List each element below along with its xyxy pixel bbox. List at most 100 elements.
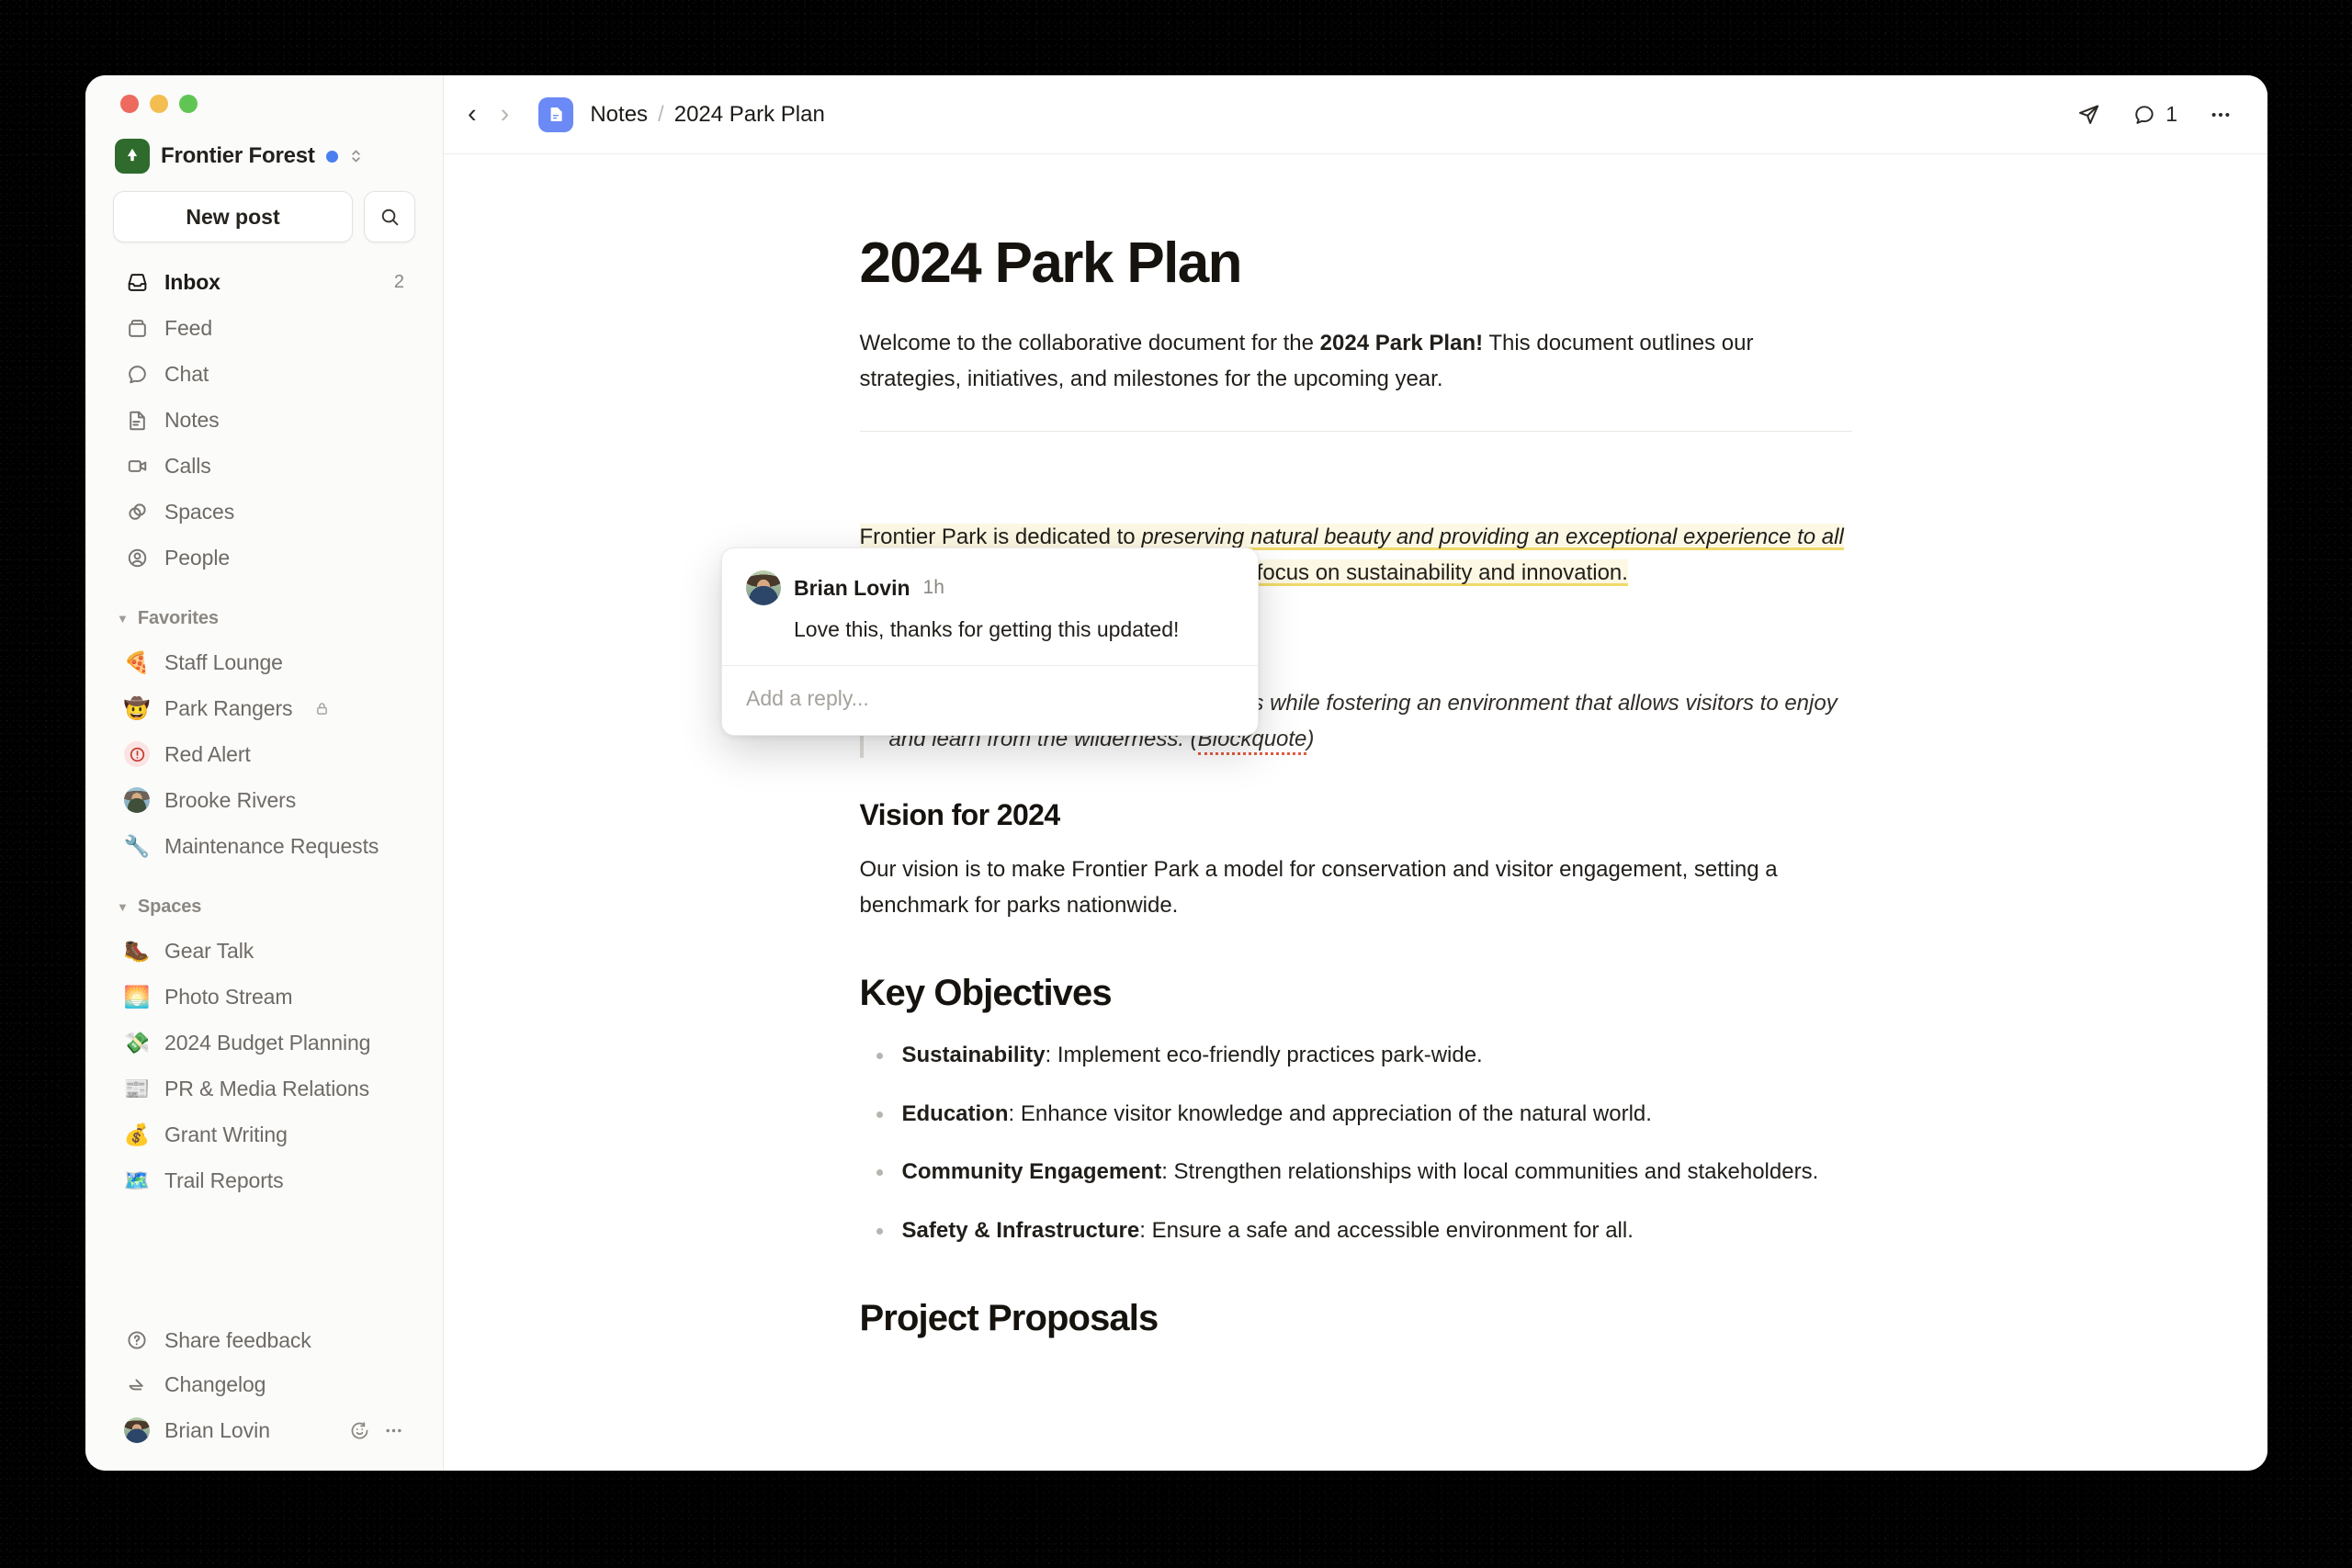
comment-popover: Brian Lovin 1h Love this, thanks for get… (721, 547, 1259, 737)
sunrise-emoji: 🌅 (123, 984, 151, 1009)
comment-header: Brian Lovin 1h (746, 570, 1234, 605)
comment-text: Love this, thanks for getting this updat… (794, 617, 1180, 641)
sidebar-item-label: Park Rangers (164, 695, 293, 720)
sidebar-item-label: People (164, 545, 231, 570)
divider (859, 431, 1852, 433)
sidebar-item-changelog[interactable]: Changelog (113, 1362, 415, 1406)
chevron-up-down-icon[interactable] (349, 146, 363, 166)
favorites-section-header[interactable]: ▼ Favorites (106, 597, 423, 639)
section-heading-project-proposals: Project Proposals (859, 1298, 1159, 1338)
favorites-list: 🍕 Staff Lounge 🤠 Park Rangers Red Alert … (106, 639, 423, 869)
send-icon (2076, 102, 2101, 127)
sidebar-item-feed[interactable]: Feed (113, 305, 415, 351)
send-button[interactable] (2076, 102, 2101, 127)
sidebar-item-label: Spaces (164, 499, 235, 524)
sidebar-item-grant-writing[interactable]: 💰 Grant Writing (113, 1111, 415, 1157)
comment-reply-input[interactable]: Add a reply... (722, 665, 1258, 735)
intro-bold-text: 2024 Park Plan! (1319, 331, 1484, 356)
sidebar-item-staff-lounge[interactable]: 🍕 Staff Lounge (113, 639, 415, 685)
breadcrumb-parent[interactable]: Notes (590, 102, 648, 128)
maximize-window-button[interactable] (179, 95, 198, 113)
sidebar-item-label: Chat (164, 361, 209, 386)
breadcrumb-separator: / (658, 101, 664, 127)
objective-term: Sustainability (901, 1043, 1046, 1068)
sidebar-item-people[interactable]: People (113, 535, 415, 581)
workspace-switcher[interactable]: Frontier Forest (106, 132, 423, 180)
sidebar-item-park-rangers[interactable]: 🤠 Park Rangers (113, 685, 415, 731)
money-wings-emoji: 💸 (123, 1030, 151, 1055)
comment-timestamp: 1h (922, 577, 944, 598)
sidebar-item-notes[interactable]: Notes (113, 397, 415, 443)
sidebar-item-chat[interactable]: Chat (113, 351, 415, 397)
notes-icon (124, 407, 150, 433)
sidebar-item-label: Notes (164, 407, 220, 432)
document-body: 2024 Park Plan Welcome to the collaborat… (859, 154, 1852, 1339)
avatar-brian (746, 570, 781, 605)
comment-icon (2132, 103, 2156, 127)
comments-button[interactable]: 1 (2132, 102, 2177, 127)
sidebar-item-label: Changelog (164, 1371, 266, 1396)
spaces-icon (124, 499, 150, 525)
cowboy-emoji: 🤠 (123, 695, 151, 720)
more-horizontal-icon[interactable] (383, 1420, 404, 1441)
sidebar-item-trail-reports[interactable]: 🗺️ Trail Reports (113, 1157, 415, 1203)
search-button[interactable] (364, 191, 415, 243)
close-window-button[interactable] (120, 95, 139, 113)
vision-paragraph: Our vision is to make Frontier Park a mo… (859, 856, 1778, 918)
sidebar-item-label: Photo Stream (164, 984, 293, 1009)
main-content: ‹ › Notes / 2024 Park Plan 1 2024 Park P… (444, 75, 2267, 1471)
changelog-icon (124, 1371, 150, 1397)
document-scroll-area[interactable]: 2024 Park Plan Welcome to the collaborat… (444, 154, 2267, 1471)
sidebar-item-inbox[interactable]: Inbox 2 (113, 259, 415, 305)
objective-term: Safety & Infrastructure (901, 1217, 1140, 1243)
current-user-row[interactable]: Brian Lovin (113, 1406, 415, 1454)
sidebar-item-label: Gear Talk (164, 938, 254, 963)
sidebar-item-label: Brooke Rivers (164, 787, 297, 812)
chevron-left-icon[interactable]: ‹ (468, 101, 477, 128)
minimize-window-button[interactable] (150, 95, 168, 113)
objective-desc: : Enhance visitor knowledge and apprecia… (1008, 1100, 1652, 1126)
history-nav: ‹ › (468, 101, 509, 128)
sidebar-item-calls[interactable]: Calls (113, 443, 415, 489)
current-user-name: Brian Lovin (164, 1417, 271, 1442)
map-emoji: 🗺️ (123, 1168, 151, 1192)
pizza-emoji: 🍕 (123, 649, 151, 674)
inbox-unread-count: 2 (393, 271, 404, 292)
sidebar-item-red-alert[interactable]: Red Alert (113, 731, 415, 777)
sidebar-item-gear-talk[interactable]: 🥾 Gear Talk (113, 928, 415, 974)
money-bag-emoji: 💰 (123, 1122, 151, 1146)
spaces-section-header[interactable]: ▼ Spaces (106, 886, 423, 928)
sidebar-item-brooke-rivers[interactable]: Brooke Rivers (113, 777, 415, 823)
more-horizontal-icon (2209, 103, 2233, 127)
sidebar-item-label: Calls (164, 453, 211, 478)
sidebar-actions: New post (106, 191, 423, 243)
sidebar-item-maintenance-requests[interactable]: 🔧 Maintenance Requests (113, 823, 415, 869)
list-item: Safety & Infrastructure: Ensure a safe a… (860, 1213, 1852, 1248)
avatar-brian (124, 1417, 150, 1443)
chevron-right-icon[interactable]: › (501, 101, 510, 128)
caret-down-icon: ▼ (117, 611, 129, 626)
sidebar-item-label: Red Alert (164, 741, 251, 766)
inbox-icon (124, 269, 150, 295)
wrench-emoji: 🔧 (123, 833, 151, 858)
sidebar-item-spaces[interactable]: Spaces (113, 489, 415, 535)
evergreen-tree-icon (115, 139, 150, 174)
hiking-boot-emoji: 🥾 (123, 938, 151, 963)
emoji-status-icon[interactable] (349, 1420, 370, 1441)
obscured-paragraph-row (860, 468, 1852, 492)
question-circle-icon (124, 1327, 150, 1353)
list-item: Education: Enhance visitor knowledge and… (860, 1097, 1852, 1132)
sidebar-item-2024-budget-planning[interactable]: 💸 2024 Budget Planning (113, 1020, 415, 1066)
sidebar-item-pr-media-relations[interactable]: 📰 PR & Media Relations (113, 1066, 415, 1111)
objectives-list: Sustainability: Implement eco-friendly p… (860, 1038, 1852, 1248)
avatar-brooke (124, 787, 150, 813)
sidebar-item-share-feedback[interactable]: Share feedback (113, 1318, 415, 1362)
more-options-button[interactable] (2209, 103, 2233, 127)
sidebar-item-photo-stream[interactable]: 🌅 Photo Stream (113, 974, 415, 1020)
section-heading-vision: Vision for 2024 (859, 797, 1061, 831)
highlight-pre-text: Frontier Park is dedicated to (859, 525, 1142, 550)
sidebar-footer: Share feedback Changelog Brian Lovin (106, 1318, 423, 1471)
sidebar-item-label: Inbox (164, 269, 220, 294)
comment-count: 1 (2165, 102, 2177, 126)
new-post-button[interactable]: New post (113, 191, 353, 243)
